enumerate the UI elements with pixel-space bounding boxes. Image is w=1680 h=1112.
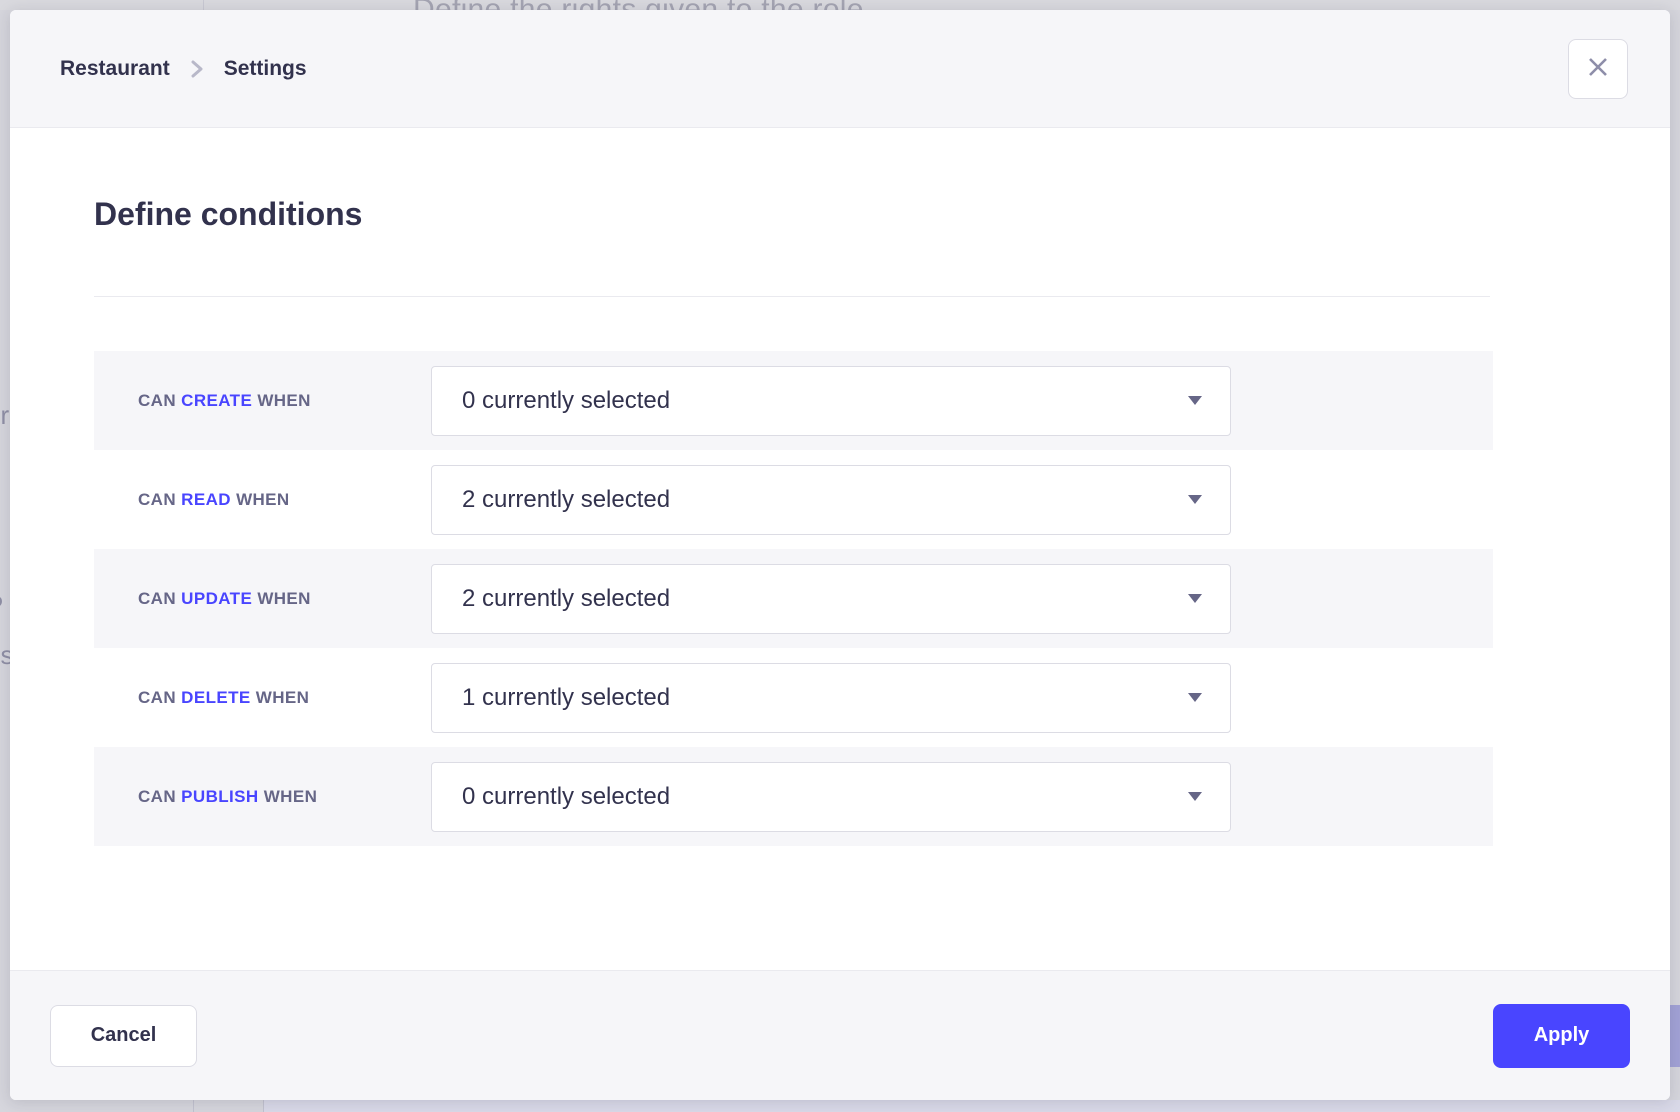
- background-divider: [203, 0, 204, 10]
- cancel-button[interactable]: Cancel: [50, 1005, 197, 1067]
- select-value: 2 currently selected: [462, 585, 670, 613]
- background-text-fragment: o: [0, 263, 10, 294]
- background-text-fragment: g: [0, 227, 10, 258]
- condition-label: CAN READ WHEN: [94, 490, 431, 510]
- background-left-strip: r d g o r e er u ti P es: [0, 10, 10, 1100]
- can-create-when-select[interactable]: 0 currently selected: [431, 366, 1231, 436]
- background-text-fragment: d: [0, 187, 10, 218]
- breadcrumb-item-restaurant: Restaurant: [60, 57, 170, 81]
- label-suffix: WHEN: [257, 589, 311, 608]
- title-divider: [94, 296, 1490, 297]
- background-top-strip: Define the rights given to the role: [0, 0, 1680, 10]
- background-clipped-heading: Define the rights given to the role: [413, 0, 864, 10]
- label-action: UPDATE: [181, 589, 252, 608]
- modal-body: Define conditions CAN CREATE WHEN 0 curr…: [10, 128, 1670, 970]
- label-action: PUBLISH: [181, 787, 258, 806]
- condition-label: CAN DELETE WHEN: [94, 688, 431, 708]
- define-conditions-modal: Restaurant Settings Define conditions CA…: [10, 10, 1670, 1100]
- label-suffix: WHEN: [264, 787, 318, 806]
- can-update-when-select[interactable]: 2 currently selected: [431, 564, 1231, 634]
- modal-header: Restaurant Settings: [10, 10, 1670, 128]
- label-suffix: WHEN: [256, 688, 310, 707]
- condition-row-read: CAN READ WHEN 2 currently selected: [94, 450, 1493, 549]
- chevron-down-icon: [1188, 693, 1202, 702]
- background-text-fragment: r: [0, 143, 10, 174]
- background-text-fragment: u: [0, 457, 10, 488]
- select-value: 0 currently selected: [462, 387, 670, 415]
- background-text-fragment: ti: [0, 507, 10, 538]
- condition-row-delete: CAN DELETE WHEN 1 currently selected: [94, 648, 1493, 747]
- select-value: 1 currently selected: [462, 684, 670, 712]
- apply-button[interactable]: Apply: [1493, 1004, 1630, 1068]
- background-text-fragment: er: [0, 400, 10, 431]
- condition-row-update: CAN UPDATE WHEN 2 currently selected: [94, 549, 1493, 648]
- label-prefix: CAN: [138, 490, 176, 509]
- background-text-fragment: P: [0, 590, 10, 621]
- background-bottom-strip: [0, 1100, 1680, 1112]
- conditions-list: CAN CREATE WHEN 0 currently selected CAN…: [94, 351, 1493, 846]
- background-divider: [263, 1100, 264, 1112]
- background-button-fragment: [1670, 1005, 1680, 1067]
- condition-label: CAN UPDATE WHEN: [94, 589, 431, 609]
- label-suffix: WHEN: [257, 391, 311, 410]
- label-action: DELETE: [181, 688, 250, 707]
- modal-footer: Cancel Apply: [10, 970, 1670, 1100]
- select-value: 0 currently selected: [462, 783, 670, 811]
- background-right-strip: [1670, 10, 1680, 1100]
- close-icon: [1585, 54, 1611, 83]
- chevron-right-icon: [190, 58, 204, 80]
- background-text-fragment: r: [0, 303, 10, 334]
- can-delete-when-select[interactable]: 1 currently selected: [431, 663, 1231, 733]
- close-button[interactable]: [1568, 39, 1628, 99]
- chevron-down-icon: [1188, 495, 1202, 504]
- breadcrumb: Restaurant Settings: [60, 57, 307, 81]
- label-action: CREATE: [181, 391, 252, 410]
- chevron-down-icon: [1188, 792, 1202, 801]
- label-prefix: CAN: [138, 688, 176, 707]
- condition-label: CAN PUBLISH WHEN: [94, 787, 431, 807]
- select-value: 2 currently selected: [462, 486, 670, 514]
- background-text-fragment: e: [0, 353, 10, 384]
- page-background: Define the rights given to the role r d …: [0, 0, 1680, 1112]
- breadcrumb-item-settings: Settings: [224, 57, 307, 81]
- condition-row-publish: CAN PUBLISH WHEN 0 currently selected: [94, 747, 1493, 846]
- label-prefix: CAN: [138, 787, 176, 806]
- label-action: READ: [181, 490, 231, 509]
- label-suffix: WHEN: [236, 490, 290, 509]
- background-text-fragment: es: [0, 640, 10, 671]
- condition-row-create: CAN CREATE WHEN 0 currently selected: [94, 351, 1493, 450]
- chevron-down-icon: [1188, 396, 1202, 405]
- can-publish-when-select[interactable]: 0 currently selected: [431, 762, 1231, 832]
- condition-label: CAN CREATE WHEN: [94, 391, 431, 411]
- page-title: Define conditions: [94, 194, 1670, 234]
- background-divider: [193, 1100, 194, 1112]
- label-prefix: CAN: [138, 391, 176, 410]
- label-prefix: CAN: [138, 589, 176, 608]
- can-read-when-select[interactable]: 2 currently selected: [431, 465, 1231, 535]
- background-panel-fragment: [264, 1100, 1680, 1112]
- chevron-down-icon: [1188, 594, 1202, 603]
